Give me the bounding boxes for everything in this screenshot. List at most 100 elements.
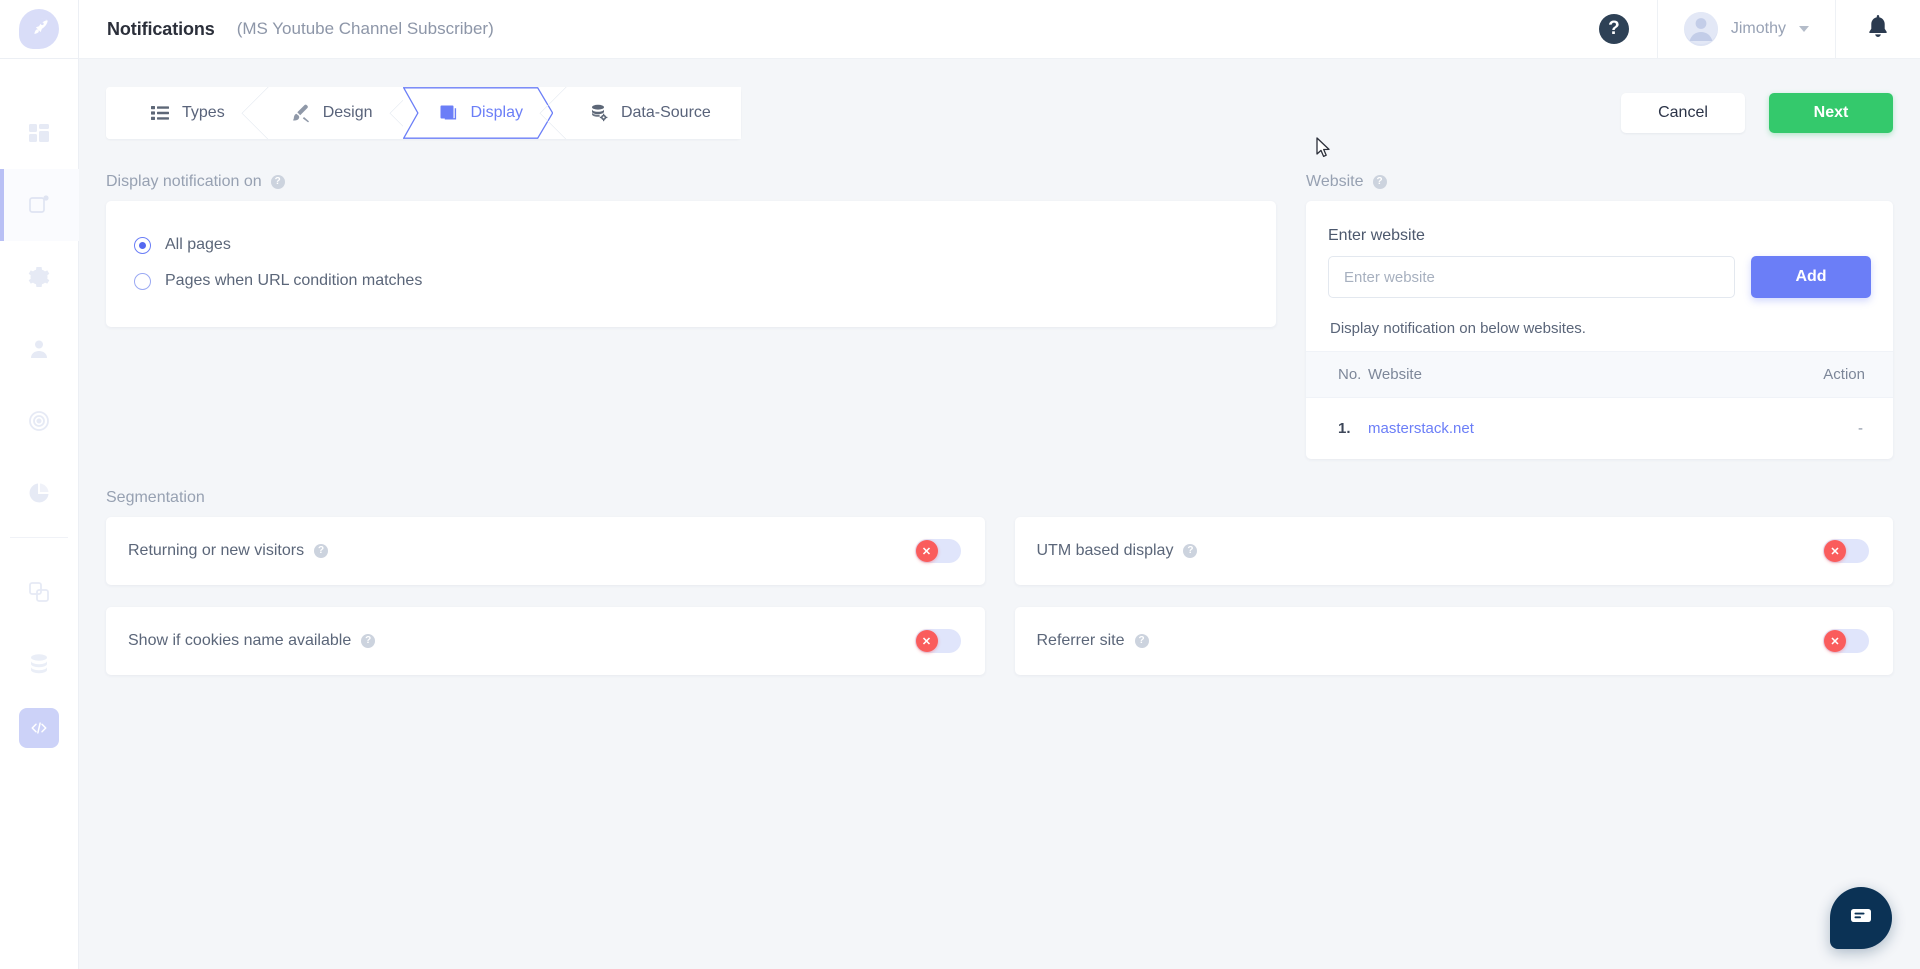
toggle-knob-off-icon: ✕ [915,630,938,652]
logo-container [0,0,78,59]
radio-option-url-condition[interactable]: Pages when URL condition matches [106,263,1276,299]
add-website-button[interactable]: Add [1751,256,1871,298]
header-right-group: ? Jimothy [1598,0,1920,58]
toggle-utm-display[interactable]: ✕ [1823,539,1869,563]
notifications-square-icon [27,193,51,217]
websites-table-head: No. Website Action [1306,351,1893,398]
label-text: UTM based display [1036,542,1174,559]
help-button[interactable]: ? [1598,14,1629,44]
question-mark-icon[interactable]: ? [361,634,376,648]
radio-label: All pages [165,236,231,253]
next-button[interactable]: Next [1769,93,1893,133]
page-title: Notifications [107,18,215,39]
segmentation-card-utm-display: UTM based display ? ✕ [1014,517,1893,585]
column-header-action: Action [1684,351,1893,398]
top-header: Notifications (MS Youtube Channel Subscr… [79,0,1920,59]
wizard-tabs: Types Design Display Data-Source [106,87,741,139]
websites-table: No. Website Action 1. masterstack.net - [1306,351,1893,459]
table-header-row: No. Website Action [1306,351,1893,398]
segmentation-card-returning-visitors: Returning or new visitors ? ✕ [106,517,985,585]
tab-display[interactable]: Display [402,87,571,139]
segmentation-card-cookies-name: Show if cookies name available ? ✕ [106,607,985,675]
toggle-returning-visitors[interactable]: ✕ [914,539,961,563]
websites-table-body: 1. masterstack.net - [1306,398,1893,460]
display-options-card: All pages Pages when URL condition match… [106,201,1276,327]
sidebar-item-code[interactable] [0,700,79,756]
wizard-row: Types Design Display Data-Source Cancel … [106,59,1893,139]
user-avatar-icon [1683,12,1718,46]
website-column: Website ? Enter website Add Display noti… [1306,173,1893,459]
sidebar-item-settings[interactable] [0,241,79,313]
database-gear-icon [589,103,609,123]
sidebar-item-goals[interactable] [0,385,79,457]
sidebar-divider [10,537,68,538]
notifications-bell-button[interactable] [1836,0,1920,58]
website-hint-text: Display notification on below websites. [1330,320,1586,337]
sidebar-item-analytics[interactable] [0,457,79,529]
bell-icon [1866,14,1890,45]
sidebar-item-notifications[interactable] [0,169,79,241]
label-text: Returning or new visitors [128,542,305,559]
display-square-icon [439,103,459,123]
segmentation-grid: Returning or new visitors ? ✕ UTM based … [106,517,1893,675]
radio-option-all-pages[interactable]: All pages [106,227,1276,263]
column-header-website: Website [1368,351,1685,398]
list-icon [150,103,170,123]
table-row: 1. masterstack.net - [1306,398,1893,460]
website-input[interactable] [1328,256,1735,298]
website-section-label: Website ? [1306,173,1893,191]
tab-types[interactable]: Types [106,87,272,139]
tab-data-source[interactable]: Data-Source [552,87,741,139]
question-mark-icon[interactable]: ? [1183,544,1198,558]
sidebar-item-integrations[interactable] [0,556,79,628]
sidebar-item-data[interactable] [0,628,79,700]
question-mark-icon[interactable]: ? [1134,634,1149,648]
sidebar-item-dashboard[interactable] [0,97,79,169]
row-number: 1. [1338,420,1351,437]
label-text: Referrer site [1036,632,1125,649]
question-mark-icon[interactable]: ? [1372,175,1387,189]
radio-icon-unselected [134,272,151,290]
column-header-no: No. [1306,351,1368,398]
wizard-actions: Cancel Next [1621,93,1893,133]
display-section-title: Display notification on [106,173,262,190]
segmentation-title: Segmentation [106,489,205,506]
settings-gear-icon [27,265,51,289]
question-mark-icon: ? [1608,18,1620,39]
enter-website-label: Enter website [1328,227,1425,244]
website-input-row: Add [1328,256,1871,298]
database-icon [27,652,51,676]
segmentation-label: Segmentation [106,489,1893,507]
toggle-cookies-name[interactable]: ✕ [914,629,961,653]
sidebar-item-users[interactable] [0,313,79,385]
segmentation-item-label: Returning or new visitors ? [128,542,329,560]
dashboard-grid-icon [27,121,51,145]
rocket-icon [28,16,50,43]
tab-label: Display [470,104,523,121]
paint-brush-icon [291,103,311,123]
tab-design[interactable]: Design [254,87,420,139]
segmentation-item-label: UTM based display ? [1037,542,1198,560]
tab-label: Design [322,104,373,121]
pie-chart-icon [27,481,51,505]
question-mark-icon[interactable]: ? [270,175,285,189]
question-mark-icon[interactable]: ? [314,544,329,558]
tab-label: Data-Source [620,104,711,121]
user-person-icon [27,337,51,361]
sidebar-nav [0,59,79,756]
code-chip [19,708,59,748]
cancel-button[interactable]: Cancel [1621,93,1745,133]
radio-icon-selected [134,236,151,254]
toggle-knob-off-icon: ✕ [915,540,938,562]
app-logo[interactable] [19,9,59,49]
website-link[interactable]: masterstack.net [1368,420,1474,437]
avatar [1683,12,1718,46]
user-menu[interactable]: Jimothy [1658,0,1835,58]
code-brackets-icon [30,719,48,737]
chat-message-icon [1848,903,1874,934]
display-section-label: Display notification on ? [106,173,1276,191]
target-goal-icon [27,409,51,433]
chat-widget-button[interactable] [1830,887,1892,949]
app-root: Notifications (MS Youtube Channel Subscr… [0,0,1920,969]
toggle-referrer-site[interactable]: ✕ [1823,629,1869,653]
